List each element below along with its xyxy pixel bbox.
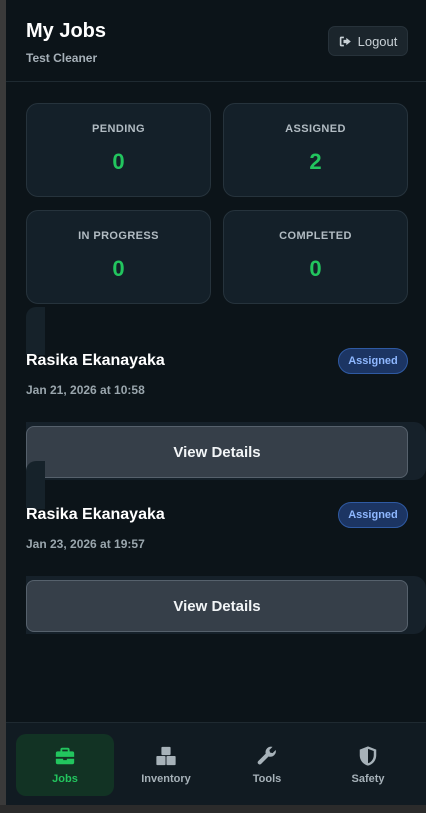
stat-card-assigned: ASSIGNED 2 xyxy=(223,103,408,197)
logout-label: Logout xyxy=(357,33,398,49)
stat-card-pending: PENDING 0 xyxy=(26,103,211,197)
job-date: Jan 21, 2026 at 10:58 xyxy=(26,383,145,397)
nav-label: Safety xyxy=(351,773,385,785)
status-badge: Assigned xyxy=(338,502,408,528)
header: My Jobs Test Cleaner Logout xyxy=(6,0,426,82)
nav-item-safety[interactable]: Safety xyxy=(319,734,417,796)
job-card-edge xyxy=(26,307,45,355)
nav-label: Jobs xyxy=(52,773,78,785)
nav-label: Inventory xyxy=(141,773,191,785)
stat-label: PENDING xyxy=(92,123,145,135)
stat-card-completed: COMPLETED 0 xyxy=(223,210,408,304)
stat-value: 0 xyxy=(309,256,322,281)
job-client-name: Rasika Ekanayaka xyxy=(26,506,165,523)
stat-label: ASSIGNED xyxy=(285,123,346,135)
view-details-button[interactable]: View Details xyxy=(26,580,408,632)
app-screen: My Jobs Test Cleaner Logout PENDING 0 AS… xyxy=(6,0,426,805)
bottom-nav: Jobs Inventory Tools Safety xyxy=(6,722,426,805)
wrench-icon xyxy=(257,746,276,765)
nav-label: Tools xyxy=(252,773,282,785)
stat-value: 0 xyxy=(112,256,125,281)
job-date: Jan 23, 2026 at 19:57 xyxy=(26,537,145,551)
stat-value: 0 xyxy=(112,149,125,174)
job-card-edge xyxy=(26,461,45,509)
logout-button[interactable]: Logout xyxy=(328,26,408,56)
stat-label: IN PROGRESS xyxy=(78,230,159,242)
stat-value: 2 xyxy=(309,149,322,174)
boxes-icon xyxy=(156,746,176,766)
shield-icon xyxy=(359,746,377,766)
status-badge: Assigned xyxy=(338,348,408,374)
bottom-border xyxy=(0,805,426,813)
stat-card-in-progress: IN PROGRESS 0 xyxy=(26,210,211,304)
nav-item-tools[interactable]: Tools xyxy=(218,734,316,796)
nav-item-inventory[interactable]: Inventory xyxy=(117,734,215,796)
user-name: Test Cleaner xyxy=(26,51,98,65)
stat-label: COMPLETED xyxy=(279,230,352,242)
page-title: My Jobs xyxy=(26,20,107,42)
job-client-name: Rasika Ekanayaka xyxy=(26,352,165,369)
view-details-button[interactable]: View Details xyxy=(26,426,408,478)
logout-icon xyxy=(339,36,351,46)
nav-item-jobs[interactable]: Jobs xyxy=(16,734,114,796)
briefcase-icon xyxy=(55,747,75,765)
